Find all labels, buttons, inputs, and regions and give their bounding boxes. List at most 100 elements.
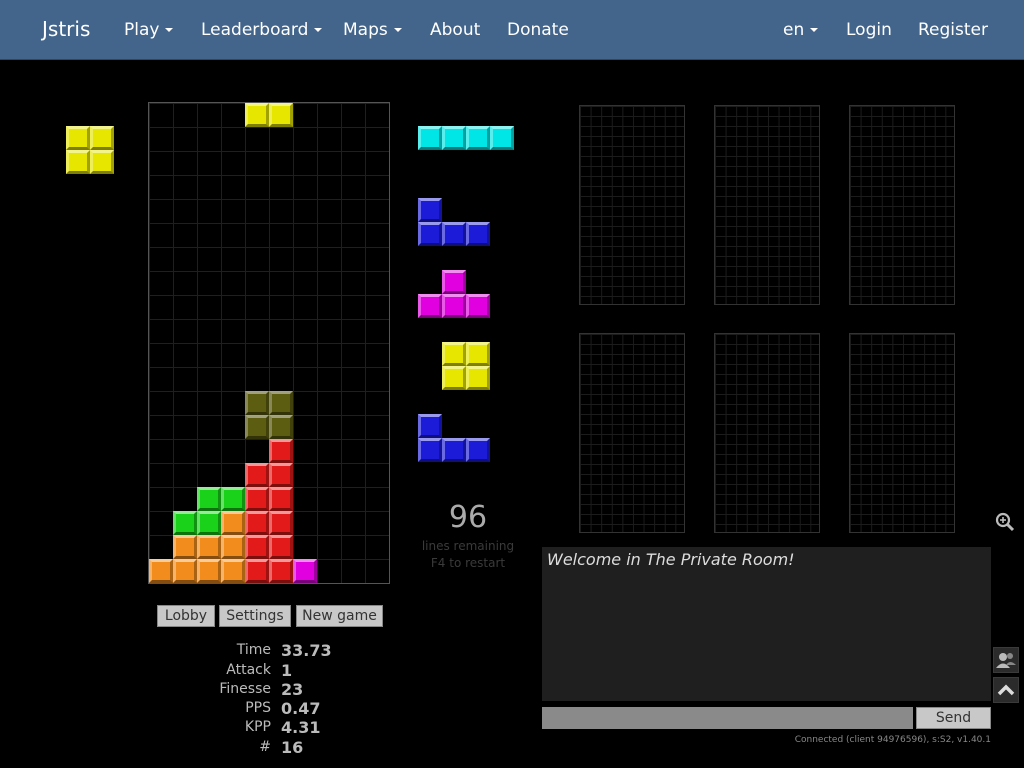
next-block xyxy=(418,222,442,246)
next-block xyxy=(442,270,466,294)
ghost-block xyxy=(245,415,269,439)
nav-language[interactable]: en xyxy=(783,20,819,40)
board-block xyxy=(197,559,221,583)
board-block xyxy=(269,511,293,535)
next-block xyxy=(490,126,514,150)
chevron-down-icon xyxy=(810,28,819,32)
board-block xyxy=(269,559,293,583)
next-block xyxy=(442,438,466,462)
next-block xyxy=(466,342,490,366)
board-block xyxy=(245,463,269,487)
next-block xyxy=(418,198,442,222)
next-block xyxy=(466,294,490,318)
stat-value-finesse: 23 xyxy=(281,680,304,699)
next-block xyxy=(418,414,442,438)
chevron-down-icon xyxy=(314,28,323,32)
navbar: Jstris Play Leaderboard Maps About Donat… xyxy=(0,0,1024,60)
nav-maps[interactable]: Maps xyxy=(343,20,402,40)
hold-block xyxy=(66,126,90,150)
hold-block xyxy=(90,126,114,150)
ghost-block xyxy=(269,391,293,415)
nav-about[interactable]: About xyxy=(430,20,480,40)
board-block xyxy=(149,559,173,583)
board-block xyxy=(221,511,245,535)
chat-message: Welcome in The Private Room! xyxy=(547,550,795,569)
stat-value-pps: 0.47 xyxy=(281,699,321,718)
hold-piece xyxy=(66,126,114,174)
board-block xyxy=(269,463,293,487)
next-block xyxy=(442,366,466,390)
opponent-board xyxy=(714,105,820,305)
connection-status: Connected (client 94976596), s:S2, v1.40… xyxy=(794,735,991,745)
board-block xyxy=(173,559,197,583)
new-game-button[interactable]: New game xyxy=(296,605,383,627)
ghost-block xyxy=(245,391,269,415)
lobby-button[interactable]: Lobby xyxy=(157,605,215,627)
stat-label-count: # xyxy=(259,739,271,755)
brand-logo[interactable]: Jstris xyxy=(42,17,90,41)
stat-label-attack: Attack xyxy=(226,662,271,678)
ghost-block xyxy=(269,415,293,439)
nav-register[interactable]: Register xyxy=(918,20,988,40)
board-block xyxy=(197,511,221,535)
nav-leaderboard-label: Leaderboard xyxy=(201,20,309,40)
stat-value-time: 33.73 xyxy=(281,641,332,660)
board-block xyxy=(269,439,293,463)
zoom-icon[interactable] xyxy=(994,511,1016,533)
next-queue xyxy=(418,126,518,476)
next-block xyxy=(442,342,466,366)
lines-remaining-label: lines remaining xyxy=(421,539,515,553)
stat-label-pps: PPS xyxy=(245,700,271,716)
nav-donate[interactable]: Donate xyxy=(507,20,569,40)
next-block xyxy=(418,438,442,462)
board-block xyxy=(245,559,269,583)
next-block xyxy=(418,126,442,150)
opponent-board xyxy=(714,333,820,533)
board-block xyxy=(245,511,269,535)
board-block xyxy=(197,535,221,559)
chat-input[interactable] xyxy=(542,707,913,729)
nav-login[interactable]: Login xyxy=(846,20,892,40)
board-block xyxy=(245,487,269,511)
stat-label-time: Time xyxy=(236,642,271,658)
board-block xyxy=(173,511,197,535)
opponent-board xyxy=(579,333,685,533)
stat-label-kpp: KPP xyxy=(244,719,271,735)
board-block xyxy=(221,559,245,583)
settings-button[interactable]: Settings xyxy=(219,605,291,627)
next-block xyxy=(418,294,442,318)
next-block xyxy=(466,438,490,462)
restart-hint: F4 to restart xyxy=(430,556,506,570)
falling-block xyxy=(245,103,269,127)
stat-value-count: 16 xyxy=(281,738,304,757)
board-block xyxy=(293,559,317,583)
send-button[interactable]: Send xyxy=(916,707,991,729)
nav-play-label: Play xyxy=(124,20,160,40)
next-block xyxy=(442,126,466,150)
opponent-board xyxy=(849,105,955,305)
nav-maps-label: Maps xyxy=(343,20,388,40)
board-block xyxy=(269,487,293,511)
hold-block xyxy=(90,150,114,174)
nav-play[interactable]: Play xyxy=(124,20,174,40)
opponent-board xyxy=(579,105,685,305)
board-block xyxy=(197,487,221,511)
falling-block xyxy=(269,103,293,127)
users-icon[interactable] xyxy=(993,647,1019,673)
board-block xyxy=(245,535,269,559)
nav-leaderboard[interactable]: Leaderboard xyxy=(201,20,323,40)
next-block xyxy=(442,294,466,318)
hold-block xyxy=(66,150,90,174)
board-block xyxy=(221,487,245,511)
next-block xyxy=(466,126,490,150)
stat-label-finesse: Finesse xyxy=(219,681,271,697)
board-block xyxy=(173,535,197,559)
lines-remaining-count: 96 xyxy=(448,500,488,535)
board-block xyxy=(221,535,245,559)
chevron-up-icon[interactable] xyxy=(993,677,1019,703)
nav-language-label: en xyxy=(783,20,805,40)
next-block xyxy=(442,222,466,246)
chevron-down-icon xyxy=(393,28,402,32)
game-board[interactable] xyxy=(148,102,390,584)
next-block xyxy=(466,222,490,246)
